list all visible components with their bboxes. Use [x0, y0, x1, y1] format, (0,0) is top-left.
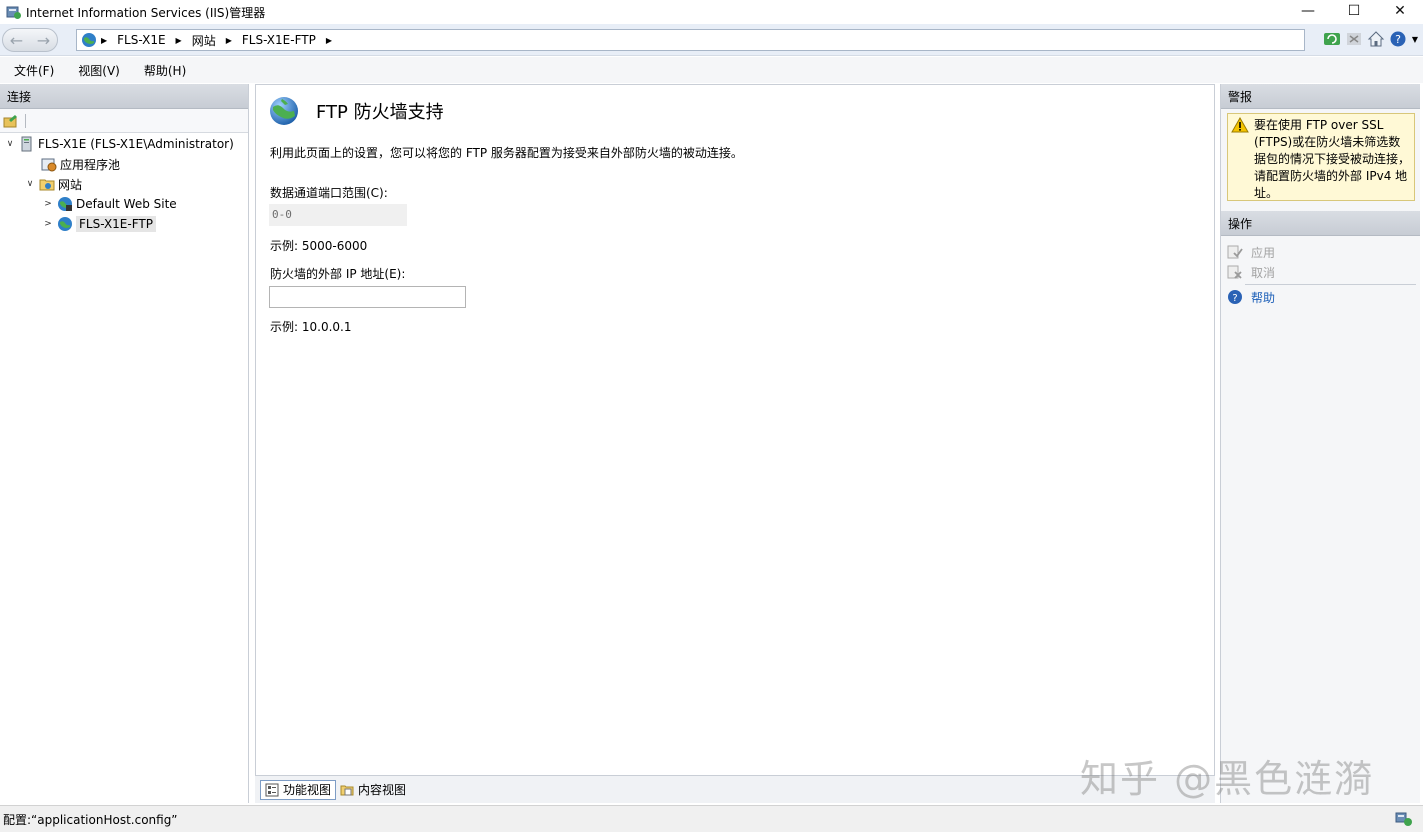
external-ip-label: 防火墙的外部 IP 地址(E): [270, 267, 406, 281]
menu-view[interactable]: 视图(V) [72, 62, 126, 79]
action-label: 帮助 [1251, 290, 1276, 305]
external-ip-input[interactable] [269, 286, 466, 308]
minimize-button[interactable]: — [1285, 0, 1331, 22]
feature-header: FTP 防火墙支持 [268, 95, 444, 127]
home-icon[interactable] [1367, 30, 1385, 48]
toolbar-divider [25, 113, 26, 128]
help-action[interactable]: ? 帮助 [1221, 287, 1420, 307]
apply-action[interactable]: 应用 [1221, 242, 1420, 262]
maximize-button[interactable]: ☐ [1331, 0, 1377, 22]
breadcrumb-label: 网站 [191, 33, 216, 48]
app-pool-icon [41, 158, 57, 172]
breadcrumb-label: FLS-X1E [117, 33, 166, 47]
tab-content-view[interactable]: 内容视图 [336, 780, 410, 800]
tree-label: 应用程序池 [60, 157, 121, 172]
breadcrumb-separator[interactable]: ▶ [226, 36, 232, 45]
feature-description: 利用此页面上的设置，您可以将您的 FTP 服务器配置为接受来自外部防火墙的被动连… [270, 146, 743, 160]
tree-item-server[interactable]: ∨ FLS-X1E (FLS-X1E\Administrator) [0, 134, 248, 154]
connections-toolbar [0, 109, 248, 133]
svg-text:?: ? [1395, 33, 1401, 46]
tree-label: FLS-X1E-FTP [76, 216, 156, 232]
view-tabs: 功能视图 内容视图 [255, 776, 1215, 803]
breadcrumb-separator[interactable]: ▶ [176, 36, 182, 45]
alert-message: 要在使用 FTP over SSL (FTPS)或在防火墙未筛选数据包的情况下接… [1227, 113, 1415, 201]
apply-icon [1227, 245, 1243, 259]
breadcrumb-separator[interactable]: ▶ [101, 36, 107, 45]
features-view-icon [265, 783, 279, 796]
connections-tree: ∨ FLS-X1E (FLS-X1E\Administrator) 应用程序池 … [0, 133, 248, 234]
menu-help[interactable]: 帮助(H) [138, 62, 192, 79]
connect-icon[interactable] [3, 113, 19, 129]
status-text: 配置:“applicationHost.config” [3, 812, 178, 827]
navigation-buttons: ← → [2, 28, 58, 52]
title-bar: Internet Information Services (IIS)管理器 —… [0, 0, 1423, 24]
menu-file[interactable]: 文件(F) [8, 62, 60, 79]
breadcrumb-item-ftp-site[interactable]: FLS-X1E-FTP ▶ [242, 33, 332, 47]
cancel-icon [1227, 265, 1242, 279]
close-button[interactable]: ✕ [1377, 0, 1423, 22]
server-icon [21, 136, 32, 152]
svg-text:?: ? [1232, 293, 1237, 304]
action-label: 应用 [1251, 245, 1276, 260]
connections-header: 连接 [0, 84, 248, 109]
globe-icon [58, 217, 72, 231]
breadcrumb-item-server[interactable]: FLS-X1E ▶ [117, 33, 182, 47]
stop-icon[interactable] [1345, 30, 1363, 48]
tab-features-view[interactable]: 功能视图 [260, 779, 337, 800]
breadcrumb-separator[interactable]: ▶ [326, 36, 332, 45]
tree-label: FLS-X1E (FLS-X1E\Administrator) [38, 137, 234, 151]
iis-manager-icon [6, 6, 21, 19]
action-label: 取消 [1251, 265, 1276, 280]
watermark: 知乎 @黑色涟漪 [1080, 757, 1375, 801]
chevron-right-icon[interactable]: > [42, 218, 54, 230]
actions-header: 操作 [1221, 211, 1420, 236]
breadcrumb-item-sites[interactable]: 网站 ▶ [192, 32, 232, 49]
alert-text: 要在使用 FTP over SSL (FTPS)或在防火墙未筛选数据包的情况下接… [1254, 118, 1411, 200]
port-range-label: 数据通道端口范围(C): [270, 186, 388, 200]
tree-item-sites[interactable]: ∨ 网站 [0, 174, 248, 194]
chevron-down-icon[interactable]: ∨ [4, 138, 16, 150]
help-icon: ? [1228, 290, 1242, 304]
tree-item-app-pools[interactable]: 应用程序池 [0, 154, 248, 174]
chevron-down-icon[interactable]: ∨ [24, 178, 36, 190]
refresh-icon[interactable] [1323, 30, 1341, 48]
tab-label: 内容视图 [358, 783, 407, 797]
cancel-action[interactable]: 取消 [1221, 262, 1420, 282]
tree-expander [26, 158, 38, 170]
external-ip-example: 示例: 10.0.0.1 [270, 320, 352, 334]
globe-icon [270, 97, 298, 125]
warning-icon [1231, 117, 1249, 133]
help-icon[interactable]: ? [1389, 30, 1407, 48]
window-title: Internet Information Services (IIS)管理器 [26, 5, 266, 20]
globe-icon [82, 33, 96, 47]
status-bar: 配置:“applicationHost.config” [0, 805, 1423, 832]
address-toolbar: ? ▼ [1323, 30, 1419, 48]
chevron-down-icon[interactable]: ▼ [1411, 30, 1419, 48]
connections-panel: 连接 ∨ FLS-X1E (FLS-X1E\Administrator) 应用程… [0, 84, 249, 803]
tree-label: 网站 [58, 177, 83, 192]
breadcrumb-label: FLS-X1E-FTP [241, 33, 316, 47]
content-view-icon [340, 785, 354, 795]
network-status-icon [1395, 812, 1412, 826]
address-bar: ← → ▶ FLS-X1E ▶ 网站 ▶ FLS-X1E-FTP ▶ ? ▼ [0, 24, 1423, 56]
page-title: FTP 防火墙支持 [316, 102, 444, 123]
chevron-right-icon[interactable]: > [42, 198, 54, 210]
feature-panel: FTP 防火墙支持 利用此页面上的设置，您可以将您的 FTP 服务器配置为接受来… [255, 84, 1215, 776]
tab-label: 功能视图 [283, 783, 332, 797]
window-controls: — ☐ ✕ [1285, 0, 1423, 22]
tree-label: Default Web Site [76, 197, 177, 211]
actions-panel: 警报 要在使用 FTP over SSL (FTPS)或在防火墙未筛选数据包的情… [1220, 84, 1420, 803]
sites-folder-icon [39, 179, 55, 191]
menu-bar: 文件(F) 视图(V) 帮助(H) [0, 57, 1423, 83]
port-range-example: 示例: 5000-6000 [270, 239, 368, 253]
forward-button[interactable]: → [37, 31, 50, 50]
back-button[interactable]: ← [10, 31, 23, 50]
website-stopped-icon [58, 197, 72, 211]
actions-divider [1245, 284, 1416, 285]
port-range-input[interactable]: 0-0 [269, 204, 407, 226]
breadcrumb[interactable]: ▶ FLS-X1E ▶ 网站 ▶ FLS-X1E-FTP ▶ [76, 29, 1305, 51]
alerts-header: 警报 [1221, 84, 1420, 109]
tree-item-default-web-site[interactable]: > Default Web Site [0, 194, 248, 214]
tree-item-ftp-site[interactable]: > FLS-X1E-FTP [0, 214, 248, 234]
